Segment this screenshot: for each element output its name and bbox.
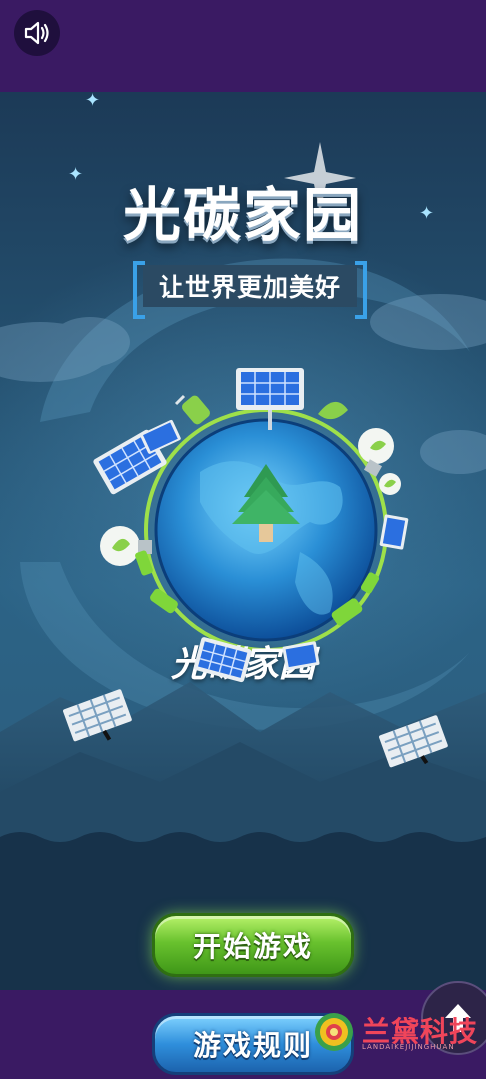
- leaf-icon: [318, 401, 348, 420]
- bulb-icon: [379, 473, 401, 495]
- subtitle-banner: 让世界更加美好: [133, 261, 367, 319]
- speaker-icon: [24, 21, 49, 45]
- bracket-right: [355, 261, 367, 319]
- watermark-logo: 兰黛科技 LANDAIKEJIJINGHUAN: [312, 1010, 482, 1056]
- top-bar: [0, 0, 486, 92]
- solar-panel-icon: [63, 689, 132, 742]
- game-subtitle: 让世界更加美好: [143, 265, 357, 307]
- solar-panel-icon: [236, 368, 304, 430]
- game-title: 光碳家园: [122, 181, 363, 249]
- plug-icon: [174, 394, 210, 425]
- solar-panel-icon: [193, 637, 252, 683]
- watermark-subtext: LANDAIKEJIJINGHUAN: [362, 1043, 455, 1051]
- flower-logo-icon: [315, 1013, 353, 1051]
- start-game-button[interactable]: 开始游戏: [152, 913, 354, 977]
- sound-toggle-button[interactable]: [14, 10, 60, 56]
- solar-panel-icon: [379, 715, 448, 768]
- bulb-icon: [358, 428, 394, 477]
- solar-panel-icon: [282, 641, 320, 671]
- battery-icon: [135, 550, 380, 626]
- solar-panel-icon: [379, 514, 409, 550]
